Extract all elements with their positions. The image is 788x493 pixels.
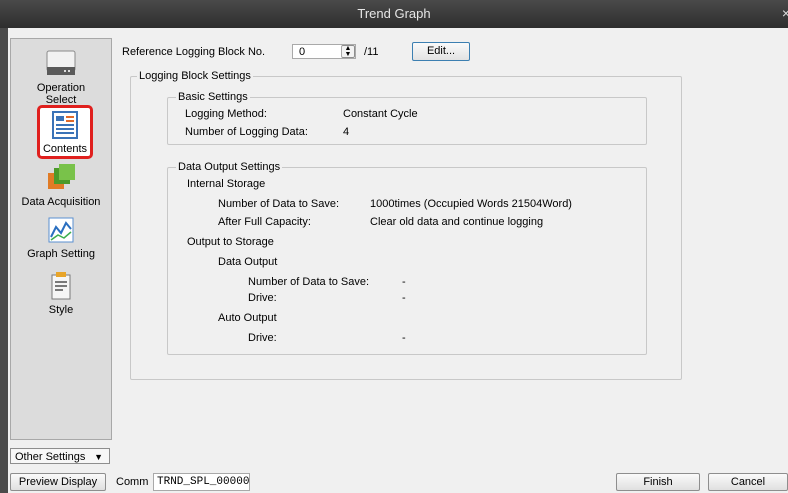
group-title: Basic Settings xyxy=(176,91,250,103)
sidebar-label: Graph Setting xyxy=(27,248,95,260)
sidebar-label: Operation Select xyxy=(36,82,86,106)
data-to-save-label: Number of Data to Save: xyxy=(218,198,340,210)
data-output-settings-group: Data Output Settings Internal Storage Nu… xyxy=(167,161,647,355)
category-sidebar: Operation Select Contents Data Acquisiti… xyxy=(10,38,112,440)
data-output-drive-label: Drive: xyxy=(248,292,277,304)
data-output-save-label: Number of Data to Save: xyxy=(248,276,370,288)
title-bar: Trend Graph × xyxy=(0,0,788,28)
data-output-drive-value: - xyxy=(402,292,406,304)
style-icon xyxy=(11,271,111,304)
sidebar-label: Style xyxy=(48,304,74,316)
chevron-down-icon: ▼ xyxy=(94,452,103,462)
data-acquisition-icon xyxy=(11,163,111,196)
internal-storage-heading: Internal Storage xyxy=(187,178,266,190)
group-title: Logging Block Settings xyxy=(137,70,253,82)
auto-output-drive-label: Drive: xyxy=(248,332,277,344)
auto-output-heading: Auto Output xyxy=(218,312,277,324)
comm-field[interactable]: TRND_SPL_00000 xyxy=(153,473,250,491)
after-full-capacity-label: After Full Capacity: xyxy=(218,216,311,228)
window-title: Trend Graph xyxy=(357,6,431,21)
edit-button[interactable]: Edit... xyxy=(412,42,470,61)
sidebar-item-contents[interactable]: Contents xyxy=(37,105,93,159)
preview-display-button[interactable]: Preview Display xyxy=(10,473,106,491)
cancel-button[interactable]: Cancel xyxy=(708,473,788,491)
reference-block-stepper[interactable]: 0 ▲ ▼ xyxy=(292,44,356,59)
contents-icon xyxy=(40,110,90,143)
sidebar-item-data-acquisition[interactable]: Data Acquisition xyxy=(11,163,111,208)
logging-method-label: Logging Method: xyxy=(185,108,267,120)
logging-data-count-value: 4 xyxy=(343,126,350,138)
data-to-save-value: 1000times (Occupied Words 21504Word) xyxy=(370,198,572,210)
sidebar-item-style[interactable]: Style xyxy=(11,271,111,316)
graph-setting-icon xyxy=(11,215,111,248)
data-output-heading: Data Output xyxy=(218,256,278,268)
sidebar-item-operation-select[interactable]: Operation Select xyxy=(11,49,111,106)
reference-block-label: Reference Logging Block No. xyxy=(122,46,266,58)
reference-block-max: /11 xyxy=(364,46,379,58)
data-output-save-value: - xyxy=(402,276,406,288)
logging-block-settings-group: Logging Block Settings Basic Settings Lo… xyxy=(130,70,682,380)
auto-output-drive-value: - xyxy=(402,332,406,344)
sidebar-item-graph-setting[interactable]: Graph Setting xyxy=(11,215,111,260)
comm-label: Comm xyxy=(116,476,149,488)
logging-method-value: Constant Cycle xyxy=(343,108,418,120)
finish-button[interactable]: Finish xyxy=(616,473,700,491)
other-settings-label: Other Settings xyxy=(15,451,86,463)
after-full-capacity-value: Clear old data and continue logging xyxy=(370,216,544,228)
other-settings-dropdown[interactable]: Other Settings ▼ xyxy=(10,448,110,464)
logging-data-count-label: Number of Logging Data: xyxy=(185,126,308,138)
output-to-storage-heading: Output to Storage xyxy=(187,236,274,248)
close-icon[interactable]: × xyxy=(782,5,788,21)
basic-settings-group: Basic Settings Logging Method: Constant … xyxy=(167,91,647,145)
sidebar-label: Data Acquisition xyxy=(21,196,101,208)
spinner-arrows-icon[interactable]: ▲ ▼ xyxy=(341,45,355,58)
operation-select-icon xyxy=(11,49,111,82)
window-frame xyxy=(0,28,8,493)
reference-block-value: 0 xyxy=(299,46,306,58)
group-title: Data Output Settings xyxy=(176,161,283,173)
sidebar-label: Contents xyxy=(42,143,88,155)
